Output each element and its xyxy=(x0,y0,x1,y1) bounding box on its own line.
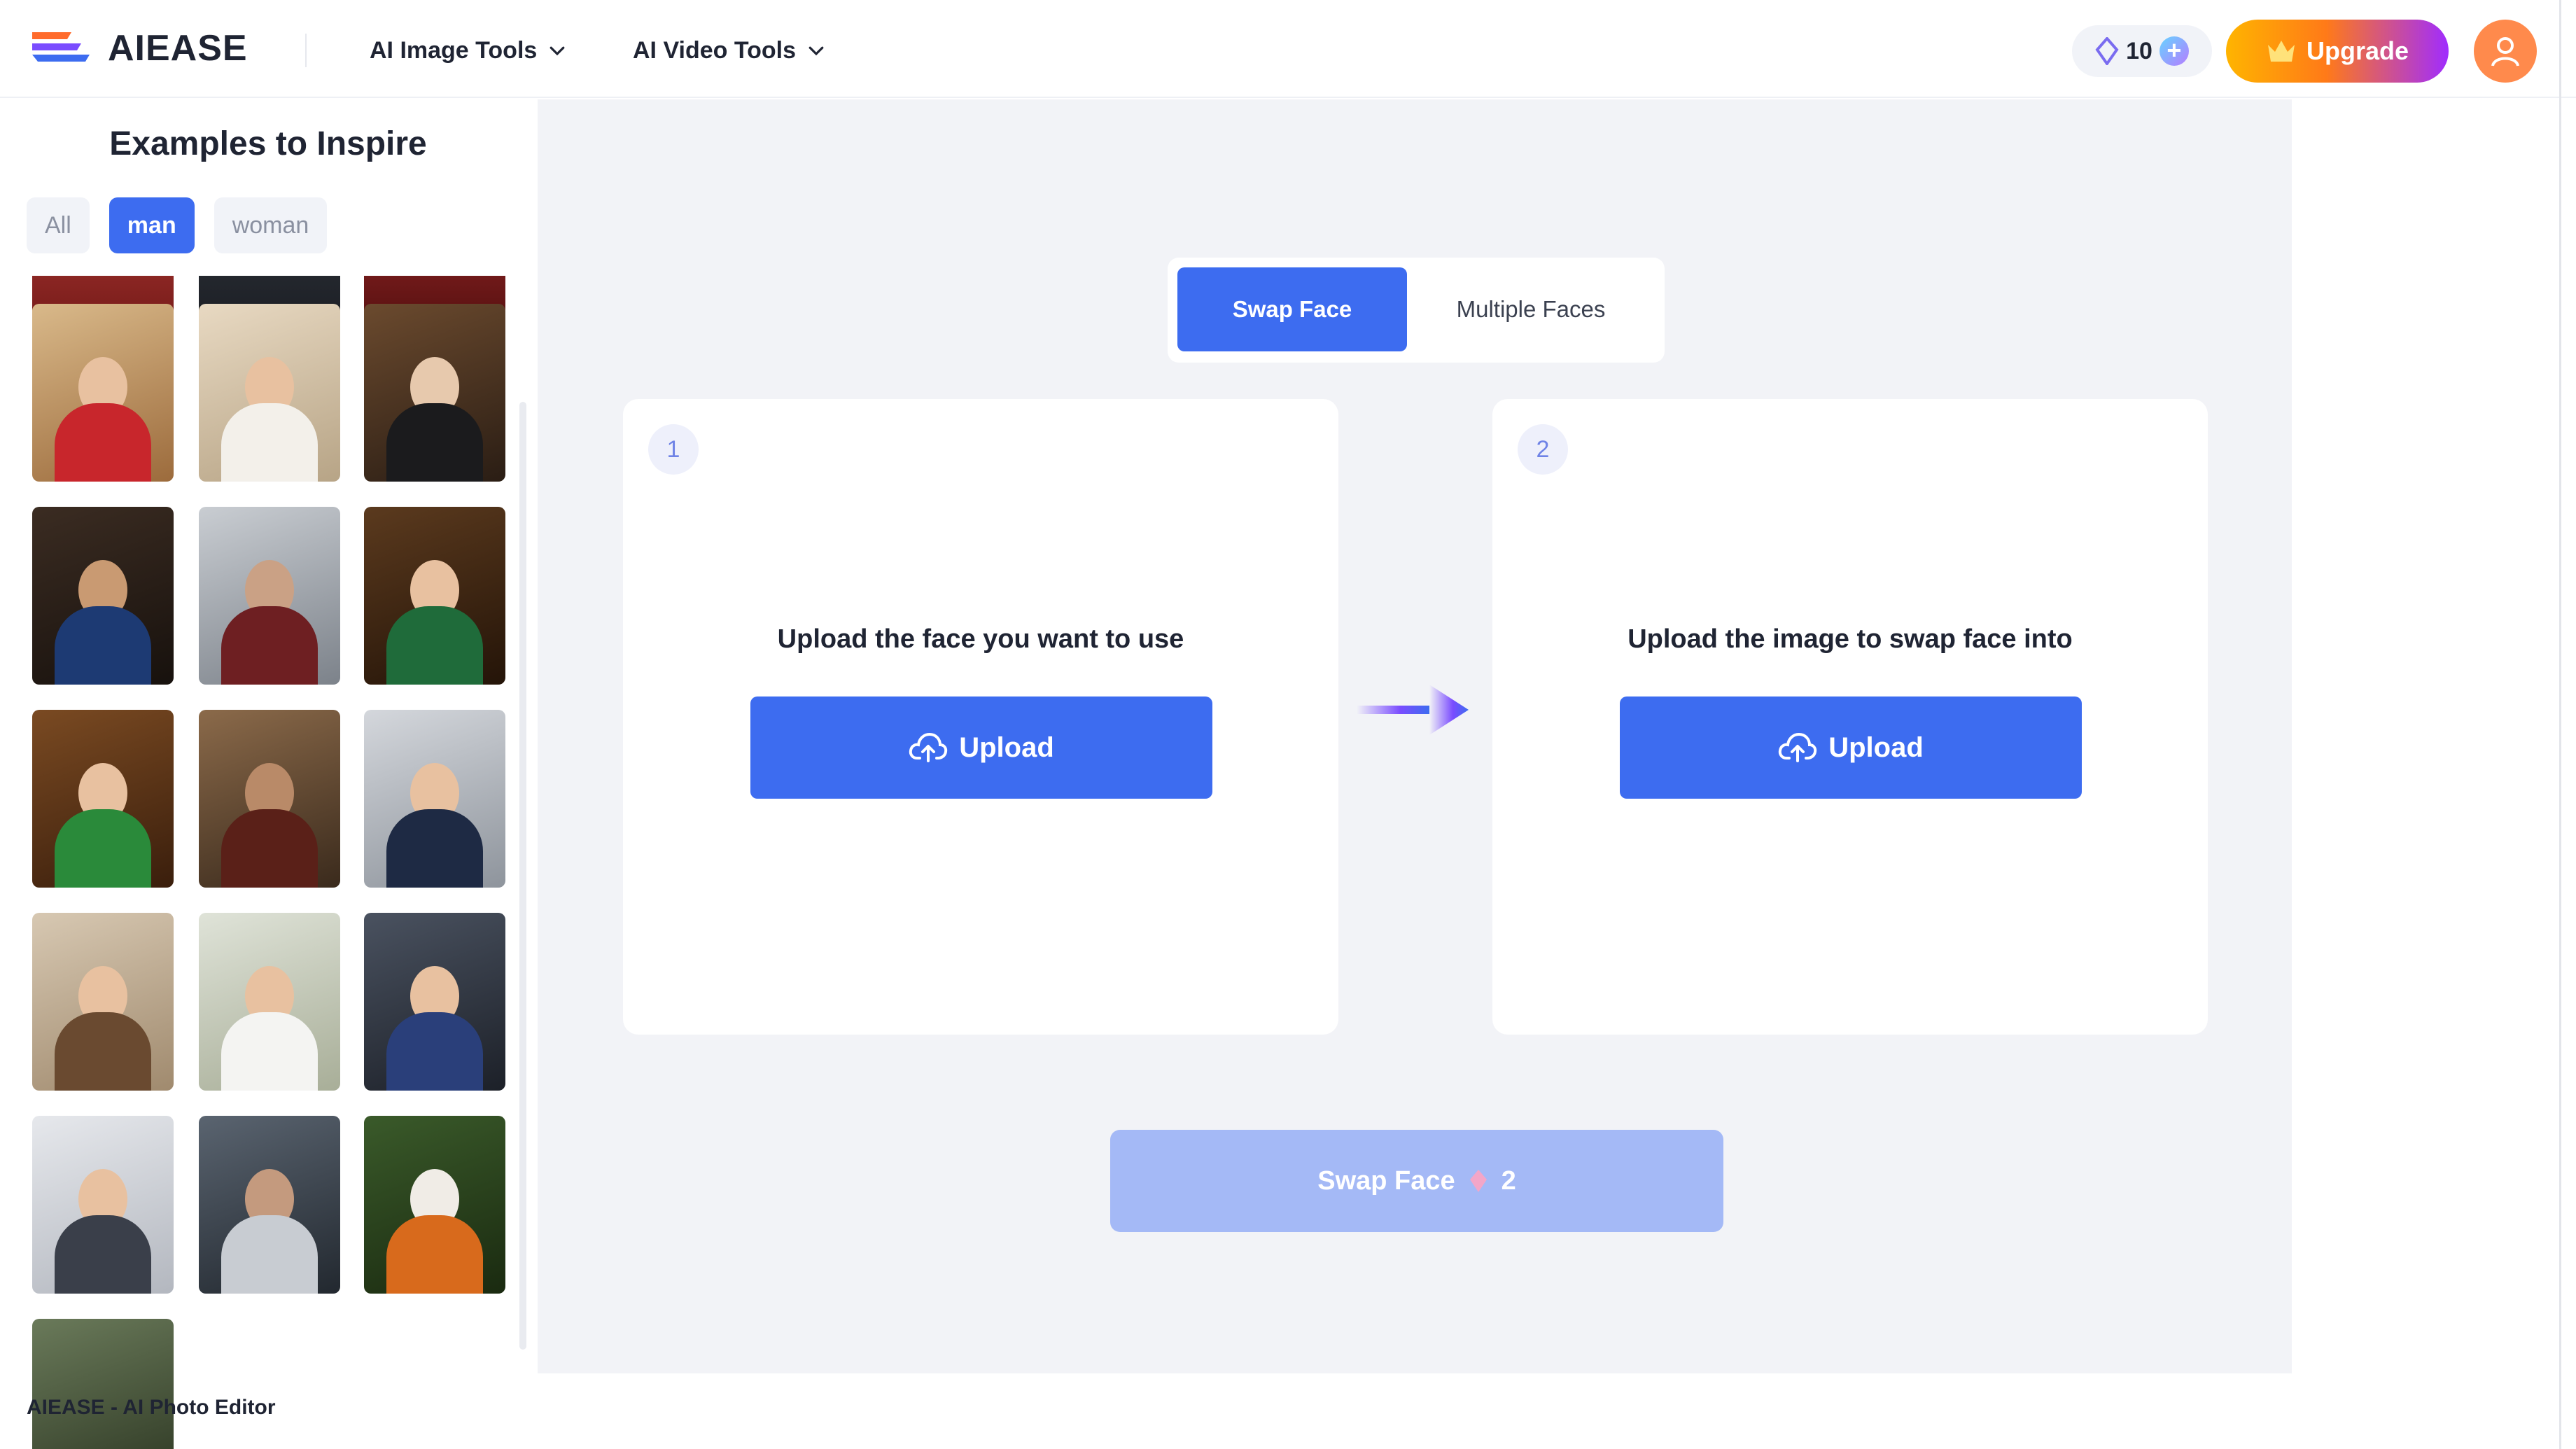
cloud-upload-icon xyxy=(1779,732,1817,762)
right-gutter xyxy=(2292,99,2576,1449)
upload-label: Upload xyxy=(959,732,1054,763)
tab-multiple-faces[interactable]: Multiple Faces xyxy=(1407,267,1655,351)
crown-icon xyxy=(2267,41,2295,62)
gem-icon xyxy=(1469,1170,1487,1192)
aiease-logo-icon xyxy=(32,32,90,62)
example-image[interactable] xyxy=(199,913,340,1091)
example-image[interactable] xyxy=(32,304,174,482)
arrow-right-icon xyxy=(1357,685,1469,735)
logo[interactable]: AIEASE xyxy=(28,25,248,71)
upload-face-prompt: Upload the face you want to use xyxy=(777,624,1184,654)
swap-cost: 2 xyxy=(1501,1166,1516,1196)
upload-face-card: 1 Upload the face you want to use Upload xyxy=(623,399,1338,1035)
user-icon xyxy=(2491,37,2519,66)
cloud-upload-icon xyxy=(909,732,948,762)
example-image[interactable] xyxy=(199,1116,340,1294)
example-image[interactable] xyxy=(32,1319,174,1449)
example-image[interactable] xyxy=(364,1116,505,1294)
upload-target-button[interactable]: Upload xyxy=(1620,696,2082,799)
chevron-down-icon xyxy=(808,46,824,56)
upload-target-prompt: Upload the image to swap face into xyxy=(1628,624,2073,654)
example-image[interactable] xyxy=(32,1116,174,1294)
add-credits-icon[interactable]: + xyxy=(2159,36,2189,66)
swap-face-label: Swap Face xyxy=(1317,1166,1455,1196)
step-number: 1 xyxy=(648,424,699,475)
promo-text: AIEASE - AI Photo Editor xyxy=(27,1396,276,1419)
logo-text: AIEASE xyxy=(108,28,248,69)
nav-label: AI Image Tools xyxy=(370,36,538,64)
nav-ai-image-tools[interactable]: AI Image Tools xyxy=(370,31,568,70)
nav-ai-video-tools[interactable]: AI Video Tools xyxy=(633,31,827,70)
main-workspace: Swap Face Multiple Faces 1 Upload the fa… xyxy=(538,99,2292,1373)
example-image[interactable] xyxy=(364,507,505,685)
upload-face-button[interactable]: Upload xyxy=(750,696,1212,799)
credits-count: 10 xyxy=(2126,37,2152,64)
mode-tabs: Swap Face Multiple Faces xyxy=(1168,258,1665,363)
example-image[interactable] xyxy=(199,304,340,482)
example-image[interactable] xyxy=(199,507,340,685)
gem-icon xyxy=(2095,37,2119,65)
nav-label: AI Video Tools xyxy=(633,36,796,64)
chevron-down-icon xyxy=(550,46,565,56)
tab-swap-face[interactable]: Swap Face xyxy=(1177,267,1407,351)
sidebar-scrollbar[interactable] xyxy=(519,402,526,1350)
examples-sidebar: Examples to Inspire All man woman AIEASE… xyxy=(0,99,536,1449)
example-image[interactable] xyxy=(199,710,340,888)
step-number: 2 xyxy=(1518,424,1568,475)
filter-all[interactable]: All xyxy=(27,197,90,253)
upgrade-button[interactable]: Upgrade xyxy=(2226,20,2449,83)
filter-woman[interactable]: woman xyxy=(214,197,328,253)
example-image[interactable] xyxy=(32,913,174,1091)
header-divider xyxy=(305,34,307,67)
filter-man[interactable]: man xyxy=(108,197,195,253)
example-image[interactable] xyxy=(32,710,174,888)
example-image[interactable] xyxy=(32,507,174,685)
upgrade-label: Upgrade xyxy=(2306,36,2409,65)
window-edge xyxy=(2559,0,2561,1449)
upload-label: Upload xyxy=(1828,732,1924,763)
sidebar-title: Examples to Inspire xyxy=(109,125,427,162)
example-image[interactable] xyxy=(364,304,505,482)
upload-target-card: 2 Upload the image to swap face into Upl… xyxy=(1492,399,2208,1035)
filter-chips: All man woman xyxy=(27,197,328,253)
user-avatar[interactable] xyxy=(2474,20,2537,83)
example-gallery xyxy=(32,276,508,1449)
top-bar: AIEASE AI Image Tools AI Video Tools 10 … xyxy=(0,0,2576,98)
example-image[interactable] xyxy=(364,913,505,1091)
example-image[interactable] xyxy=(364,710,505,888)
swap-face-button[interactable]: Swap Face 2 xyxy=(1110,1130,1723,1232)
credits-balance[interactable]: 10 + xyxy=(2072,25,2212,77)
